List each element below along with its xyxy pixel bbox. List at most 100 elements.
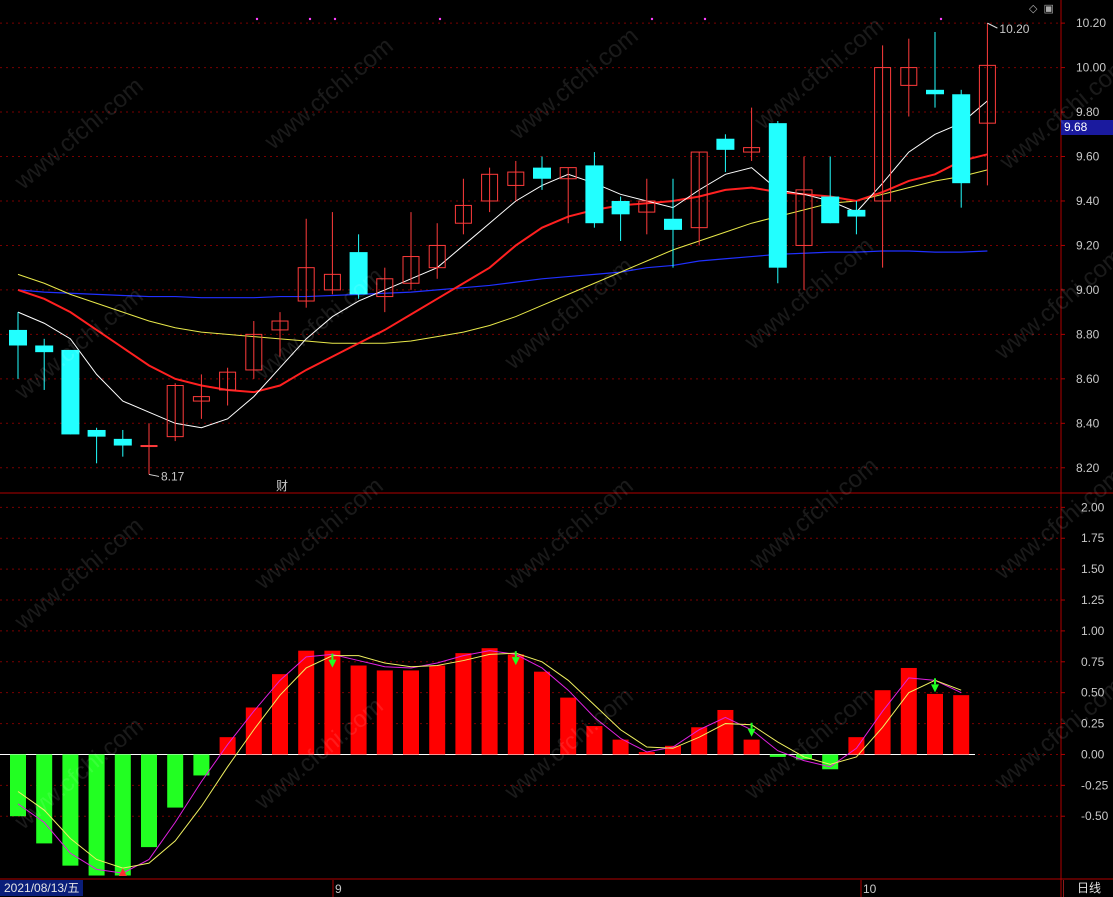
price-tick-label: 9.20 <box>1076 238 1100 252</box>
candle[interactable] <box>638 178 656 235</box>
macd-histogram[interactable] <box>0 648 975 876</box>
candle[interactable] <box>166 383 184 442</box>
histogram-bar[interactable] <box>193 754 210 776</box>
signal-dot <box>308 17 312 21</box>
candle[interactable] <box>821 156 840 224</box>
candle-body <box>35 345 54 353</box>
candlesticks[interactable] <box>9 23 996 475</box>
candle[interactable] <box>926 32 944 108</box>
candle[interactable] <box>507 160 525 201</box>
month-label: 10 <box>863 882 877 896</box>
candle-body <box>847 209 866 217</box>
candle[interactable] <box>743 107 761 161</box>
candle[interactable] <box>9 312 27 379</box>
chart-markers: 10.20 8.17 财 9 10 <box>118 17 1030 897</box>
price-tick-label: 8.20 <box>1076 461 1100 475</box>
histogram-bar[interactable] <box>114 754 131 876</box>
candle[interactable] <box>481 167 499 213</box>
candle[interactable] <box>847 200 866 235</box>
price-tick-label: 8.80 <box>1076 327 1100 341</box>
price-tick-label: 9.40 <box>1076 194 1100 208</box>
candle[interactable] <box>533 156 551 190</box>
candle[interactable] <box>140 423 158 475</box>
candle[interactable] <box>768 120 787 284</box>
candle[interactable] <box>454 178 472 235</box>
histogram-bar[interactable] <box>691 727 708 755</box>
histogram-bar[interactable] <box>507 654 524 755</box>
event-marker[interactable]: 财 <box>276 479 288 493</box>
ma10-line <box>17 153 988 394</box>
candle[interactable] <box>113 429 132 457</box>
histogram-bar[interactable] <box>743 739 760 755</box>
histogram-bar[interactable] <box>560 697 577 755</box>
sell-arrow-icon <box>931 684 939 693</box>
candle[interactable] <box>664 178 682 268</box>
histogram-bar[interactable] <box>874 690 891 755</box>
histogram-bar[interactable] <box>953 695 970 755</box>
candle[interactable] <box>297 218 315 308</box>
price-tick-label: 8.40 <box>1076 416 1100 430</box>
indicator-y-axis: 2.00 1.75 1.50 1.25 1.00 0.75 0.50 0.25 0.00 -0.2… <box>1061 500 1109 823</box>
candle[interactable] <box>795 156 813 290</box>
histogram-bar[interactable] <box>403 670 419 755</box>
candle-body <box>664 218 682 230</box>
histogram-bar[interactable] <box>455 653 472 755</box>
diamond-icon[interactable]: ◇ <box>1029 3 1037 15</box>
window-toggle-icon[interactable]: ▣ <box>1043 3 1053 15</box>
candle[interactable] <box>402 212 420 290</box>
low-marker-line <box>148 473 160 477</box>
histogram-bar[interactable] <box>141 754 157 848</box>
candle-body <box>768 123 787 268</box>
histogram-bar[interactable] <box>481 648 498 755</box>
top-right-icons[interactable]: ◇ ▣ <box>1029 2 1060 15</box>
histogram-bar[interactable] <box>10 754 26 817</box>
indicator-tick-label: 0.25 <box>1081 717 1105 731</box>
candle-body <box>113 438 132 446</box>
candle[interactable] <box>349 234 368 299</box>
stock-chart[interactable]: 10.20 10.00 9.80 9.60 9.40 9.20 9.00 8.80 8.60 8.… <box>0 0 1113 897</box>
candle[interactable] <box>952 89 971 208</box>
histogram-bar[interactable] <box>429 665 446 755</box>
candle[interactable] <box>690 151 708 246</box>
candle[interactable] <box>900 38 918 117</box>
date-label: 2021/08/13/五 <box>0 880 84 896</box>
candle[interactable] <box>245 321 263 379</box>
histogram-bar[interactable] <box>88 754 105 876</box>
candle[interactable] <box>35 338 54 390</box>
grid-lines <box>0 0 1113 897</box>
histogram-bar[interactable] <box>927 693 943 755</box>
indicator-tick-label: 2.00 <box>1081 500 1105 514</box>
candle-body <box>716 138 735 150</box>
histogram-bar[interactable] <box>586 726 603 755</box>
histogram-bar[interactable] <box>769 754 786 757</box>
indicator-tick-label: 1.00 <box>1081 624 1105 638</box>
candle[interactable] <box>271 312 289 357</box>
histogram-bar[interactable] <box>245 707 262 755</box>
histogram-bar[interactable] <box>36 754 53 844</box>
histogram-bar[interactable] <box>376 670 393 755</box>
candle-body <box>349 252 368 295</box>
candle[interactable] <box>585 152 604 228</box>
histogram-bar[interactable] <box>167 754 184 808</box>
candle-body <box>926 89 944 95</box>
histogram-bar[interactable] <box>717 709 734 755</box>
candle[interactable] <box>611 196 630 241</box>
histogram-bar[interactable] <box>298 650 315 755</box>
candle[interactable] <box>61 349 80 435</box>
candle[interactable] <box>978 23 996 186</box>
price-tick-label: 10.20 <box>1076 16 1106 30</box>
indicator-tick-label: 1.75 <box>1081 531 1105 545</box>
histogram-bar[interactable] <box>350 665 367 755</box>
candle[interactable] <box>323 212 341 295</box>
price-y-axis: 10.20 10.00 9.80 9.60 9.40 9.20 9.00 8.80 8.60 8.… <box>1061 16 1106 475</box>
high-marker-line <box>987 22 998 29</box>
candle-body <box>821 196 840 224</box>
candle[interactable] <box>192 374 210 419</box>
histogram-bar[interactable] <box>534 671 550 755</box>
period-tab[interactable]: 日线 <box>1063 880 1113 897</box>
histogram-bar[interactable] <box>62 754 79 866</box>
candle[interactable] <box>716 134 735 173</box>
candle[interactable] <box>219 367 237 406</box>
candle[interactable] <box>87 427 106 464</box>
histogram-bar[interactable] <box>900 667 917 755</box>
